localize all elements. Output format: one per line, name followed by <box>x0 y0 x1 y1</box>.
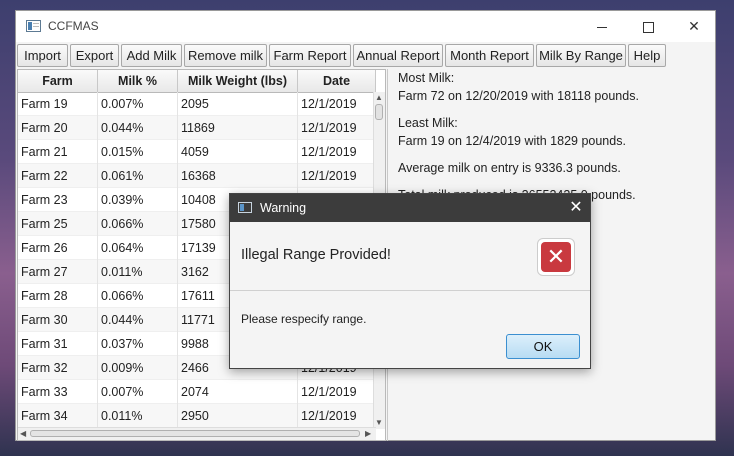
export-button[interactable]: Export <box>70 44 119 67</box>
table-cell: 12/1/2019 <box>298 404 376 428</box>
month-report-button[interactable]: Month Report <box>445 44 534 67</box>
dialog-header: Illegal Range Provided! ✕ <box>230 222 590 291</box>
table-cell: 0.011% <box>98 260 178 284</box>
table-cell: 2074 <box>178 380 298 404</box>
table-cell: 0.066% <box>98 284 178 308</box>
scroll-up-arrow-icon[interactable]: ▲ <box>375 93 383 103</box>
horizontal-scroll-thumb[interactable] <box>30 430 360 437</box>
horizontal-scrollbar[interactable]: ◀ ▶ <box>18 427 376 440</box>
table-cell: Farm 21 <box>18 140 98 164</box>
add-milk-button[interactable]: Add Milk <box>121 44 182 67</box>
warning-dialog: Warning ✕ Illegal Range Provided! ✕ Plea… <box>229 193 591 369</box>
table-cell: Farm 26 <box>18 236 98 260</box>
table-cell: Farm 34 <box>18 404 98 428</box>
table-cell: Farm 28 <box>18 284 98 308</box>
scroll-left-arrow-icon[interactable]: ◀ <box>20 429 26 439</box>
error-icon: ✕ <box>537 238 575 276</box>
table-cell: 0.061% <box>98 164 178 188</box>
table-cell: Farm 27 <box>18 260 98 284</box>
title-bar: CCFMAS ✕ <box>16 11 715 42</box>
table-cell: Farm 22 <box>18 164 98 188</box>
table-cell: 12/1/2019 <box>298 92 376 116</box>
dialog-close-icon[interactable]: ✕ <box>566 197 586 219</box>
maximize-button[interactable] <box>625 11 671 42</box>
table-header: Farm Milk % Milk Weight (lbs) Date <box>18 70 376 93</box>
toolbar: Import Export Add Milk Remove milk Farm … <box>16 43 715 69</box>
least-milk-value: Farm 19 on 12/4/2019 with 1829 pounds. <box>398 134 626 148</box>
window-title: CCFMAS <box>48 19 99 33</box>
table-cell: Farm 30 <box>18 308 98 332</box>
dialog-title: Warning <box>260 201 307 215</box>
table-cell: Farm 32 <box>18 356 98 380</box>
minimize-icon <box>597 26 607 28</box>
column-header-milk-weight[interactable]: Milk Weight (lbs) <box>178 70 298 92</box>
table-row[interactable]: Farm 20 0.044% 11869 12/1/2019 <box>18 116 376 140</box>
app-icon <box>26 20 41 32</box>
table-cell: 0.007% <box>98 92 178 116</box>
table-row[interactable]: Farm 21 0.015% 4059 12/1/2019 <box>18 140 376 164</box>
dialog-title-bar: Warning ✕ <box>230 194 590 222</box>
table-row[interactable]: Farm 22 0.061% 16368 12/1/2019 <box>18 164 376 188</box>
table-cell: 12/1/2019 <box>298 116 376 140</box>
table-cell: 0.064% <box>98 236 178 260</box>
table-cell: 0.066% <box>98 212 178 236</box>
table-cell: 2950 <box>178 404 298 428</box>
table-cell: Farm 33 <box>18 380 98 404</box>
milk-by-range-button[interactable]: Milk By Range <box>536 44 626 67</box>
table-cell: 0.007% <box>98 380 178 404</box>
farm-report-button[interactable]: Farm Report <box>269 44 351 67</box>
column-header-farm[interactable]: Farm <box>18 70 98 92</box>
table-cell: Farm 23 <box>18 188 98 212</box>
remove-milk-button[interactable]: Remove milk <box>184 44 267 67</box>
report-panel: Most Milk: Farm 72 on 12/20/2019 with 18… <box>398 69 639 213</box>
close-button[interactable]: ✕ <box>671 11 717 42</box>
column-header-date[interactable]: Date <box>298 70 376 92</box>
table-row[interactable]: Farm 34 0.011% 2950 12/1/2019 <box>18 404 376 428</box>
table-cell: 12/1/2019 <box>298 380 376 404</box>
table-cell: 2095 <box>178 92 298 116</box>
table-cell: Farm 20 <box>18 116 98 140</box>
column-header-milk-percent[interactable]: Milk % <box>98 70 178 92</box>
table-cell: 11869 <box>178 116 298 140</box>
table-row[interactable]: Farm 19 0.007% 2095 12/1/2019 <box>18 92 376 116</box>
most-milk-value: Farm 72 on 12/20/2019 with 18118 pounds. <box>398 89 639 103</box>
dialog-app-icon <box>238 202 252 213</box>
table-cell: Farm 25 <box>18 212 98 236</box>
vertical-scroll-thumb[interactable] <box>375 104 383 120</box>
import-button[interactable]: Import <box>17 44 68 67</box>
table-cell: Farm 19 <box>18 92 98 116</box>
most-milk-label: Most Milk: <box>398 71 455 85</box>
average-milk-text: Average milk on entry is 9336.3 pounds. <box>398 161 621 175</box>
table-cell: 16368 <box>178 164 298 188</box>
table-cell: 0.011% <box>98 404 178 428</box>
ok-button[interactable]: OK <box>506 334 580 359</box>
table-cell: 12/1/2019 <box>298 164 376 188</box>
dialog-content-text: Please respecify range. <box>241 312 367 326</box>
table-cell: 0.037% <box>98 332 178 356</box>
table-cell: Farm 31 <box>18 332 98 356</box>
table-cell: 0.009% <box>98 356 178 380</box>
minimize-button[interactable] <box>579 11 625 42</box>
table-cell: 0.044% <box>98 116 178 140</box>
annual-report-button[interactable]: Annual Report <box>353 44 443 67</box>
table-row[interactable]: Farm 33 0.007% 2074 12/1/2019 <box>18 380 376 404</box>
help-button[interactable]: Help <box>628 44 666 67</box>
scroll-down-arrow-icon[interactable]: ▼ <box>375 418 383 428</box>
close-icon: ✕ <box>688 18 700 34</box>
least-milk-label: Least Milk: <box>398 116 458 130</box>
scroll-right-arrow-icon[interactable]: ▶ <box>365 429 371 439</box>
table-cell: 0.044% <box>98 308 178 332</box>
table-cell: 0.015% <box>98 140 178 164</box>
table-cell: 0.039% <box>98 188 178 212</box>
maximize-icon <box>642 21 654 33</box>
table-cell: 12/1/2019 <box>298 140 376 164</box>
dialog-header-text: Illegal Range Provided! <box>241 247 391 263</box>
table-cell: 4059 <box>178 140 298 164</box>
